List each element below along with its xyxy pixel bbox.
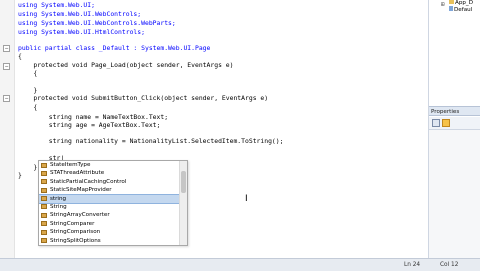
intellisense-item-label: STAThreadAttribute <box>50 170 105 177</box>
code-line-13-text: { <box>18 103 38 111</box>
class-icon <box>41 212 47 218</box>
code-line-7-text: { <box>18 52 22 60</box>
keyword-icon <box>41 196 47 202</box>
code-line-21: } <box>18 170 22 180</box>
intellisense-item-label: StateItemType <box>50 162 91 168</box>
editor-gutter: − − − <box>0 0 15 258</box>
intellisense-item[interactable]: StringComparer <box>39 220 187 228</box>
enum-icon <box>41 238 47 244</box>
code-line-2-text: using System.Web.UI.WebControls; <box>18 10 142 18</box>
code-line-4-text: using System.Web.UI.HtmlControls; <box>18 28 145 36</box>
code-line-3-text: using System.Web.UI.WebControls.WebParts… <box>18 19 176 27</box>
code-line-1-text: using System.Web.UI; <box>18 1 95 9</box>
code-line-6: public partial class _Default : System.W… <box>18 43 210 53</box>
status-bar: Ln 24 Col 12 <box>0 258 480 271</box>
code-line-8-text: protected void Page_Load(object sender, … <box>18 61 234 69</box>
intellisense-item[interactable]: StringComparison <box>39 228 187 236</box>
ibeam-cursor-icon: I <box>245 194 248 204</box>
intellisense-item[interactable]: StringSplitOptions <box>39 237 187 245</box>
intellisense-item-label: String <box>50 203 67 210</box>
status-line: Ln 24 <box>404 262 421 268</box>
status-column: Col 12 <box>440 262 459 268</box>
intellisense-scrollbar[interactable] <box>179 161 187 245</box>
expand-icon[interactable]: ⊞ <box>441 1 445 8</box>
code-line-15: string age = AgeTextBox.Text; <box>18 120 161 130</box>
solution-tree-item-default[interactable]: Defaul <box>449 6 472 14</box>
code-line-17: string nationality = NationalityList.Sel… <box>18 136 284 146</box>
collapse-class-icon[interactable]: − <box>3 45 10 52</box>
code-line-9-text: { <box>18 69 38 77</box>
code-line-8: protected void Page_Load(object sender, … <box>18 60 233 70</box>
intellisense-item[interactable]: StateItemType <box>39 161 187 169</box>
properties-toolbar <box>429 117 480 130</box>
tree-item-label: Defaul <box>454 7 473 13</box>
collapse-submit-click-icon[interactable]: − <box>3 95 10 102</box>
intellisense-item-label: StaticSiteMapProvider <box>50 187 112 194</box>
properties-panel-title: Properties <box>429 106 480 116</box>
code-line-17-text: string nationality = NationalityList.Sel… <box>18 137 284 145</box>
intellisense-item-label: StringComparison <box>50 229 101 236</box>
code-line-9: { <box>18 68 37 78</box>
class-icon <box>41 170 47 176</box>
intellisense-item[interactable]: STAThreadAttribute <box>39 169 187 177</box>
code-line-6-text: public partial class _Default : System.W… <box>18 44 211 52</box>
class-icon <box>41 162 47 168</box>
enum-icon <box>41 229 47 235</box>
intellisense-item-selected[interactable]: string <box>39 193 187 205</box>
code-line-15-text: string age = AgeTextBox.Text; <box>18 121 161 129</box>
class-icon <box>41 179 47 185</box>
intellisense-item[interactable]: StaticSiteMapProvider <box>39 186 187 194</box>
folder-icon <box>449 0 454 4</box>
properties-grid[interactable] <box>429 130 480 258</box>
collapse-page-load-icon[interactable]: − <box>3 63 10 70</box>
intellisense-item-label: StringComparer <box>50 220 95 227</box>
intellisense-item[interactable]: StringArrayConverter <box>39 211 187 219</box>
intellisense-item-label: StringSplitOptions <box>50 237 101 244</box>
aspx-file-icon <box>449 6 453 11</box>
intellisense-list[interactable]: StateItemType STAThreadAttribute StaticP… <box>38 160 188 246</box>
right-panel: ⊞ App_D Defaul Properties <box>428 0 480 258</box>
class-icon <box>41 221 47 227</box>
intellisense-item-label: StringArrayConverter <box>50 212 110 219</box>
code-line-21-text: } <box>18 171 22 179</box>
alphabetical-button[interactable] <box>442 119 450 127</box>
code-line-12-text: protected void SubmitButton_Click(object… <box>18 94 269 102</box>
code-line-12: protected void SubmitButton_Click(object… <box>18 93 268 103</box>
intellisense-item-label: StaticPartialCachingControl <box>50 178 127 185</box>
class-icon <box>41 187 47 193</box>
class-icon <box>41 204 47 210</box>
code-line-4: using System.Web.UI.HtmlControls; <box>18 27 145 37</box>
categorized-button[interactable] <box>432 119 440 127</box>
code-line-13: { <box>18 102 37 112</box>
intellisense-item[interactable]: String <box>39 203 187 211</box>
intellisense-item-label: string <box>50 195 67 202</box>
code-editor[interactable]: − − − using System.Web.UI; using System.… <box>0 0 428 258</box>
intellisense-item[interactable]: StaticPartialCachingControl <box>39 178 187 186</box>
intellisense-scroll-thumb[interactable] <box>181 171 186 193</box>
